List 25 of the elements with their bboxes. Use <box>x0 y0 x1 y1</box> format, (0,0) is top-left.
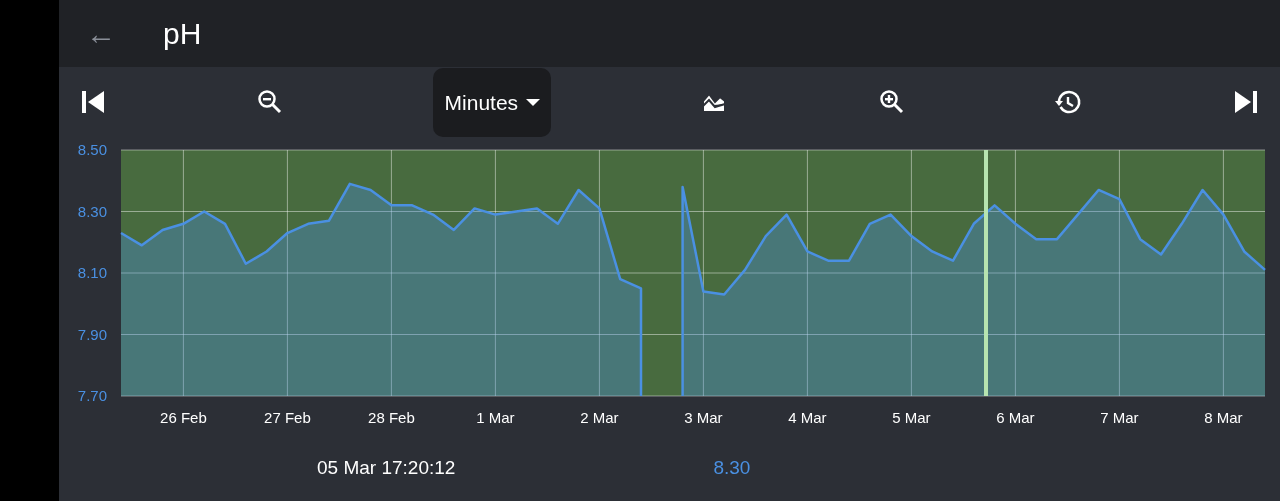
x-axis-label: 26 Feb <box>160 409 207 426</box>
page-title: pH <box>163 16 202 51</box>
skip-start-icon[interactable] <box>79 88 107 116</box>
y-axis-label: 8.10 <box>77 264 107 281</box>
x-axis-label: 27 Feb <box>264 409 311 426</box>
cursor-time: 05 Mar 17:20:12 <box>317 457 456 479</box>
back-button[interactable]: ← <box>86 18 116 49</box>
x-axis-label: 8 Mar <box>1204 409 1243 426</box>
interval-dropdown[interactable]: Minutes <box>433 68 552 137</box>
x-axis-label: 6 Mar <box>996 409 1035 426</box>
y-axis-label: 7.70 <box>77 387 107 404</box>
history-icon[interactable] <box>1054 88 1083 116</box>
y-axis-label: 7.90 <box>77 325 107 343</box>
x-axis-label: 3 Mar <box>684 409 723 426</box>
zoom-in-icon[interactable] <box>877 88 906 116</box>
x-axis-label: 7 Mar <box>1100 409 1139 426</box>
cursor-value: 8.30 <box>713 457 751 479</box>
x-axis-label: 4 Mar <box>788 409 827 426</box>
caret-icon <box>526 98 541 107</box>
x-axis-label: 5 Mar <box>892 409 931 426</box>
x-axis-label: 1 Mar <box>476 409 515 426</box>
x-axis-label: 28 Feb <box>368 409 415 426</box>
y-axis-label: 8.50 <box>77 141 107 158</box>
x-axis-label: 2 Mar <box>580 409 619 426</box>
y-axis-label: 8.30 <box>77 202 107 220</box>
